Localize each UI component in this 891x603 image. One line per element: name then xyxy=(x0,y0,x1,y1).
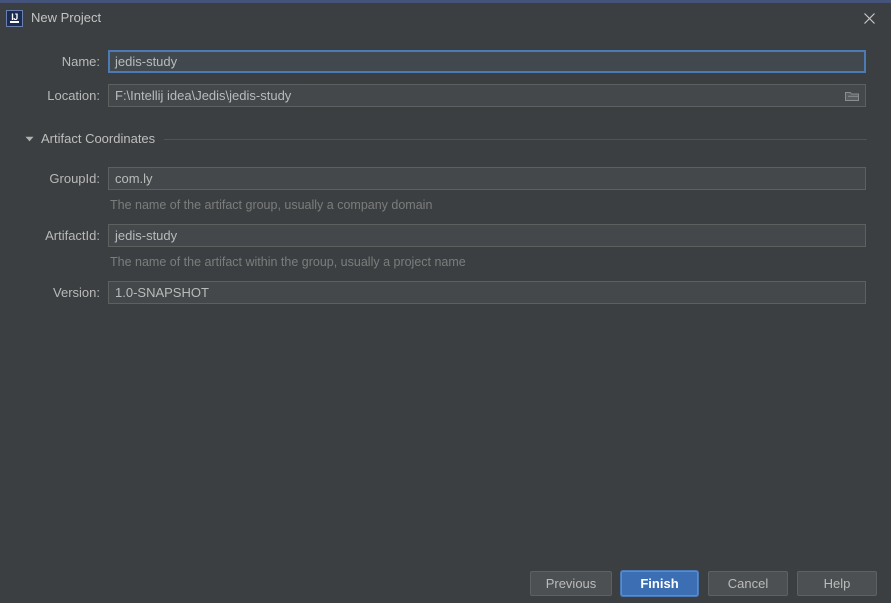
version-label: Version: xyxy=(0,285,100,301)
group-id-input[interactable]: com.ly xyxy=(108,167,866,190)
artifact-coordinates-title: Artifact Coordinates xyxy=(41,131,155,147)
artifact-id-input-value: jedis-study xyxy=(115,228,177,244)
artifact-id-input[interactable]: jedis-study xyxy=(108,224,866,247)
location-input-value: F:\Intellij idea\Jedis\jedis-study xyxy=(115,88,291,104)
new-project-dialog: IJ New Project Name: jedis-study Locatio… xyxy=(0,0,891,603)
version-input[interactable]: 1.0-SNAPSHOT xyxy=(108,281,866,304)
intellij-idea-icon: IJ xyxy=(6,10,23,27)
version-input-value: 1.0-SNAPSHOT xyxy=(115,285,209,301)
close-icon[interactable] xyxy=(847,3,891,33)
group-id-hint: The name of the artifact group, usually … xyxy=(110,198,432,213)
folder-icon[interactable] xyxy=(841,85,863,106)
artifact-id-hint: The name of the artifact within the grou… xyxy=(110,255,466,270)
previous-button[interactable]: Previous xyxy=(530,571,612,596)
name-input-value: jedis-study xyxy=(115,54,177,70)
cancel-button[interactable]: Cancel xyxy=(708,571,788,596)
dialog-titlebar: IJ New Project xyxy=(0,3,891,33)
triangle-down-icon xyxy=(24,134,34,144)
name-input[interactable]: jedis-study xyxy=(108,50,866,73)
finish-button[interactable]: Finish xyxy=(621,571,698,596)
group-id-input-value: com.ly xyxy=(115,171,153,187)
artifact-coordinates-section-toggle[interactable]: Artifact Coordinates xyxy=(24,131,867,147)
section-separator xyxy=(164,139,867,140)
dialog-title: New Project xyxy=(31,10,101,26)
artifact-id-label: ArtifactId: xyxy=(0,228,100,244)
location-label: Location: xyxy=(0,88,100,104)
group-id-label: GroupId: xyxy=(0,171,100,187)
location-input[interactable]: F:\Intellij idea\Jedis\jedis-study xyxy=(108,84,866,107)
help-button[interactable]: Help xyxy=(797,571,877,596)
name-label: Name: xyxy=(0,54,100,70)
